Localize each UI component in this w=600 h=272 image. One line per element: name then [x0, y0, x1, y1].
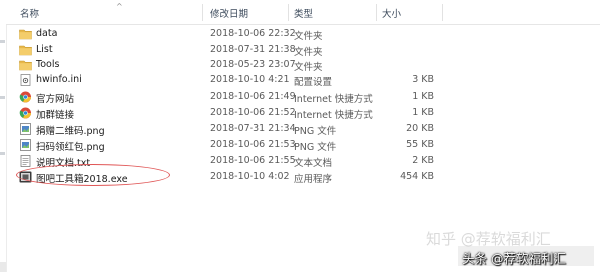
column-header-type[interactable]: 类型	[294, 6, 313, 20]
file-name: 捐赠二维码.png	[36, 126, 105, 137]
file-size: 2 KB	[412, 155, 434, 166]
highlight-circle	[16, 164, 170, 186]
column-divider[interactable]	[288, 4, 289, 21]
sort-caret-icon: ^	[116, 2, 123, 11]
column-header-size[interactable]: 大小	[382, 6, 401, 20]
file-modified-date: 2018-07-31 21:34	[210, 123, 296, 134]
file-type: PNG 文件	[294, 142, 337, 153]
file-row[interactable]: List 2018-07-31 21:38 文件夹	[6, 42, 600, 58]
file-size: 55 KB	[406, 139, 434, 150]
file-size: 1 KB	[412, 91, 434, 102]
file-size: 454 KB	[400, 171, 434, 182]
file-modified-date: 2018-10-06 22:32	[210, 28, 296, 39]
image-file-icon	[19, 139, 32, 151]
text-file-icon	[19, 155, 32, 167]
file-type: PNG 文件	[294, 126, 337, 137]
file-modified-date: 2018-10-06 21:55	[210, 155, 296, 166]
column-header-name[interactable]: 名称	[20, 6, 39, 20]
file-type: 文件夹	[294, 31, 323, 42]
file-modified-date: 2018-10-06 21:53	[210, 139, 296, 150]
file-row[interactable]: data 2018-10-06 22:32 文件夹	[6, 26, 600, 42]
file-row[interactable]: 扫码领红包.png 2018-10-06 21:53 PNG 文件 55 KB	[6, 137, 600, 153]
file-size: 20 KB	[406, 123, 434, 134]
file-modified-date: 2018-10-06 21:49	[210, 91, 296, 102]
file-type: 应用程序	[294, 174, 333, 185]
file-name: List	[36, 44, 53, 55]
file-name: 官方网站	[36, 94, 75, 105]
column-header-bar: ^ 名称 修改日期 类型 大小	[6, 0, 600, 25]
file-size: 3 KB	[412, 74, 434, 85]
toutiao-watermark: 头条 @荐软福利汇	[462, 251, 566, 266]
file-modified-date: 2018-10-10 4:21	[210, 74, 290, 85]
file-type: 文件夹	[294, 62, 323, 73]
file-row[interactable]: 加群链接 2018-10-06 21:52 Internet 快捷方式 1 KB	[6, 105, 600, 121]
column-divider[interactable]	[442, 4, 443, 21]
nav-marker	[0, 96, 5, 99]
file-row[interactable]: 官方网站 2018-10-06 21:49 Internet 快捷方式 1 KB	[6, 89, 600, 105]
file-type: 文本文档	[294, 158, 333, 169]
file-size: 1 KB	[412, 107, 434, 118]
file-type: 配置设置	[294, 77, 333, 88]
file-type: Internet 快捷方式	[294, 94, 373, 105]
column-divider[interactable]	[376, 4, 377, 21]
file-name: Tools	[36, 59, 60, 70]
folder-icon	[19, 28, 32, 40]
file-modified-date: 2018-10-06 21:52	[210, 107, 296, 118]
internet-shortcut-icon	[19, 107, 32, 119]
nav-marker	[0, 152, 5, 155]
status-edge	[0, 262, 6, 272]
file-type: Internet 快捷方式	[294, 110, 373, 121]
nav-marker	[0, 40, 5, 43]
image-file-icon	[19, 123, 32, 135]
folder-icon	[19, 44, 32, 56]
file-name: hwinfo.ini	[36, 74, 82, 85]
file-row[interactable]: hwinfo.ini 2018-10-10 4:21 配置设置 3 KB	[6, 72, 600, 88]
file-name: 扫码领红包.png	[36, 142, 105, 153]
settings-file-icon	[19, 74, 32, 86]
file-row[interactable]: Tools 2018-05-23 23:07 文件夹	[6, 57, 600, 73]
file-modified-date: 2018-05-23 23:07	[210, 59, 296, 70]
file-row[interactable]: 捐赠二维码.png 2018-07-31 21:34 PNG 文件 20 KB	[6, 121, 600, 137]
internet-shortcut-icon	[19, 91, 32, 103]
column-divider[interactable]	[202, 4, 203, 21]
file-name: 加群链接	[36, 110, 75, 121]
file-type: 文件夹	[294, 47, 323, 58]
column-header-date[interactable]: 修改日期	[210, 6, 248, 20]
file-modified-date: 2018-07-31 21:38	[210, 44, 296, 55]
file-name: data	[36, 28, 58, 39]
folder-icon	[19, 59, 32, 71]
file-modified-date: 2018-10-10 4:02	[210, 171, 290, 182]
